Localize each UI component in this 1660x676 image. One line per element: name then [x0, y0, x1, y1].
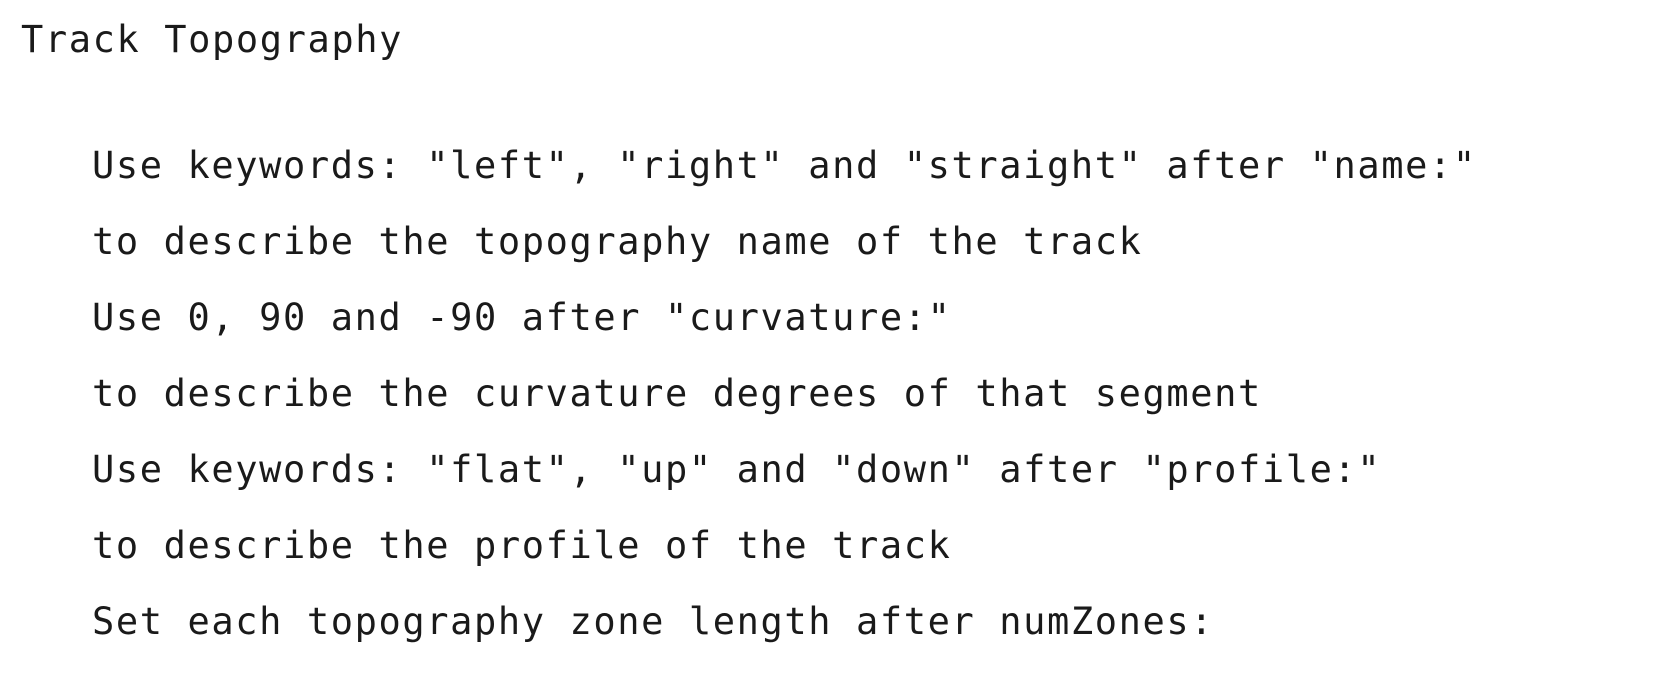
instruction-line: Use keywords: "left", "right" and "strai… — [92, 144, 1477, 187]
instruction-line: to describe the profile of the track — [92, 524, 952, 567]
document-title: Track Topography — [21, 18, 404, 61]
instruction-list: Use keywords: "left", "right" and "strai… — [92, 144, 1477, 676]
instruction-line: Use keywords: "flat", "up" and "down" af… — [92, 448, 1382, 491]
instruction-line: to describe the topography name of the t… — [92, 220, 1143, 263]
document-page: Track Topography Use keywords: "left", "… — [0, 0, 1660, 662]
instruction-line: Set each topography zone length after nu… — [92, 600, 1215, 643]
instruction-line: Use 0, 90 and -90 after "curvature:" — [92, 296, 952, 339]
instruction-line: to describe the curvature degrees of tha… — [92, 372, 1262, 415]
